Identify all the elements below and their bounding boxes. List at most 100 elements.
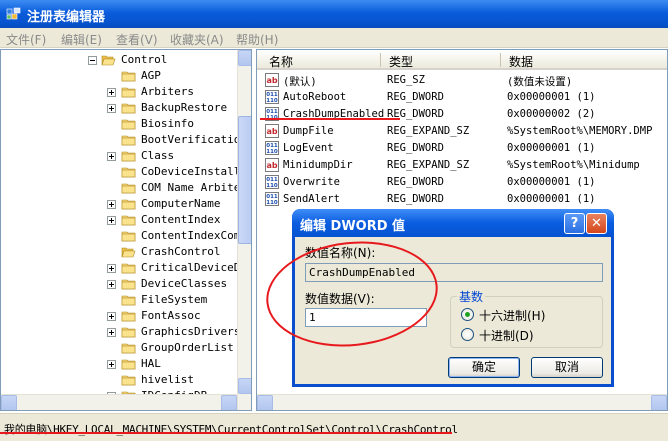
scroll-left-icon[interactable] bbox=[257, 395, 273, 410]
dec-radio-label[interactable]: 十进制(D) bbox=[479, 327, 534, 344]
tree-item[interactable]: Class bbox=[1, 148, 237, 164]
list-item[interactable]: ab MinidumpDir REG_EXPAND_SZ %SystemRoot%\M… bbox=[257, 157, 667, 174]
tree-item-label[interactable]: ContentIndexComm bbox=[141, 229, 247, 242]
tree-item-label[interactable]: Control bbox=[121, 53, 167, 66]
folder-icon bbox=[121, 71, 136, 82]
dec-radio[interactable] bbox=[461, 328, 474, 341]
registry-tree[interactable]: Control AGP Arbiters BackupRestore Biosinfo B… bbox=[0, 49, 252, 411]
tree-item[interactable]: Arbiters bbox=[1, 84, 237, 100]
tree-item-label[interactable]: FileSystem bbox=[141, 293, 207, 306]
list-item[interactable]: 011110CrashDumpEnabledREG_DWORD0x0000000… bbox=[257, 106, 667, 123]
list-item[interactable]: 011 110 Overwrite REG_DWORD 0x00000001 (1) bbox=[257, 174, 667, 191]
tree-item-label[interactable]: Class bbox=[141, 149, 174, 162]
tree-item-label[interactable]: GraphicsDrivers bbox=[141, 325, 240, 338]
column-header-data[interactable]: 数据 bbox=[509, 53, 533, 70]
expand-icon[interactable] bbox=[107, 200, 116, 209]
tree-item-label[interactable]: AGP bbox=[141, 69, 161, 82]
tree-item[interactable]: HAL bbox=[1, 356, 237, 372]
tree-item[interactable]: DeviceClasses bbox=[1, 276, 237, 292]
cancel-button[interactable]: 取消 bbox=[531, 357, 603, 378]
expand-icon[interactable] bbox=[107, 264, 116, 273]
scroll-right-icon[interactable] bbox=[651, 395, 667, 410]
tree-item[interactable]: CrashControl bbox=[1, 244, 237, 260]
tree-item[interactable]: Control bbox=[1, 52, 237, 68]
scroll-down-icon[interactable] bbox=[238, 378, 251, 394]
tree-item-label[interactable]: HAL bbox=[141, 357, 161, 370]
collapse-icon[interactable] bbox=[88, 56, 97, 65]
menu-edit[interactable]: 编辑(E) bbox=[61, 31, 102, 48]
tree-item[interactable]: COM Name Arbiter bbox=[1, 180, 247, 196]
tree-item[interactable]: GraphicsDrivers bbox=[1, 324, 240, 340]
tree-item[interactable]: ContentIndex bbox=[1, 212, 237, 228]
tree-item[interactable]: CriticalDeviceDa bbox=[1, 260, 247, 276]
scroll-thumb[interactable] bbox=[238, 116, 251, 244]
column-header-name[interactable]: 名称 bbox=[269, 53, 293, 70]
value-name-cell: MinidumpDir bbox=[283, 159, 353, 171]
tree-item-label[interactable]: CoDeviceInstalle bbox=[141, 165, 247, 178]
tree-item-label[interactable]: CriticalDeviceDa bbox=[141, 261, 247, 274]
window-title: 注册表编辑器 bbox=[27, 10, 106, 25]
list-item[interactable]: 011 110 LogEvent REG_DWORD 0x00000001 (1) bbox=[257, 140, 667, 157]
expand-icon[interactable] bbox=[107, 88, 116, 97]
menu-view[interactable]: 查看(V) bbox=[116, 31, 158, 48]
tree-item-label[interactable]: GroupOrderList bbox=[141, 341, 234, 354]
tree-item-label[interactable]: FontAssoc bbox=[141, 309, 201, 322]
svg-text:ab: ab bbox=[266, 76, 277, 85]
value-data-cell: (数值未设置) bbox=[507, 76, 573, 88]
tree-vertical-scrollbar[interactable] bbox=[237, 50, 251, 410]
tree-item-label[interactable]: Biosinfo bbox=[141, 117, 194, 130]
tree-item-label[interactable]: Arbiters bbox=[141, 85, 194, 98]
scroll-up-icon[interactable] bbox=[238, 50, 251, 66]
column-header-type[interactable]: 类型 bbox=[389, 53, 413, 70]
tree-item-label[interactable]: COM Name Arbiter bbox=[141, 181, 247, 194]
list-horizontal-scrollbar[interactable] bbox=[257, 394, 667, 410]
hex-radio-label[interactable]: 十六进制(H) bbox=[479, 307, 545, 324]
tree-item-label[interactable]: ComputerName bbox=[141, 197, 220, 210]
base-group-title: 基数 bbox=[457, 288, 486, 305]
help-icon[interactable]: ? bbox=[564, 213, 585, 234]
ok-button[interactable]: 确定 bbox=[448, 357, 520, 378]
tree-item[interactable]: Biosinfo bbox=[1, 116, 237, 132]
close-icon[interactable]: ✕ bbox=[586, 213, 607, 234]
tree-item[interactable]: GroupOrderList bbox=[1, 340, 237, 356]
scroll-left-icon[interactable] bbox=[1, 395, 17, 410]
menu-file[interactable]: 文件(F) bbox=[6, 31, 46, 48]
tree-item[interactable]: ContentIndexComm bbox=[1, 228, 247, 244]
tree-item[interactable]: AGP bbox=[1, 68, 237, 84]
tree-item-label[interactable]: ContentIndex bbox=[141, 213, 220, 226]
expand-icon[interactable] bbox=[107, 152, 116, 161]
scroll-right-icon[interactable] bbox=[221, 395, 237, 410]
tree-item[interactable]: ComputerName bbox=[1, 196, 237, 212]
folder-icon bbox=[121, 151, 136, 162]
binary-value-icon: 011110 bbox=[265, 192, 279, 206]
hex-radio[interactable] bbox=[461, 308, 474, 321]
list-item[interactable]: ab (默认) REG_SZ (数值未设置) bbox=[257, 72, 667, 89]
tree-item[interactable]: hivelist bbox=[1, 372, 237, 388]
expand-icon[interactable] bbox=[107, 104, 116, 113]
menu-favorites[interactable]: 收藏夹(A) bbox=[170, 31, 224, 48]
column-divider[interactable] bbox=[380, 53, 381, 67]
expand-icon[interactable] bbox=[107, 328, 116, 337]
folder-icon bbox=[121, 375, 136, 386]
expand-icon[interactable] bbox=[107, 216, 116, 225]
tree-item-label[interactable]: BackupRestore bbox=[141, 101, 227, 114]
tree-item-label[interactable]: DeviceClasses bbox=[141, 277, 227, 290]
list-item[interactable]: 011 110 SendAlert REG_DWORD 0x00000001 (1) bbox=[257, 191, 667, 208]
menu-help[interactable]: 帮助(H) bbox=[236, 31, 278, 48]
tree-horizontal-scrollbar[interactable] bbox=[1, 394, 237, 410]
expand-icon[interactable] bbox=[107, 280, 116, 289]
value-data-cell: 0x00000002 (2) bbox=[507, 108, 596, 120]
expand-icon[interactable] bbox=[107, 360, 116, 369]
list-item[interactable]: ab DumpFile REG_EXPAND_SZ %SystemRoot%\MEMO… bbox=[257, 123, 667, 140]
expand-icon[interactable] bbox=[107, 312, 116, 321]
column-divider[interactable] bbox=[500, 53, 501, 67]
list-item[interactable]: 011 110 AutoReboot REG_DWORD 0x00000001 (1) bbox=[257, 89, 667, 106]
tree-item-label[interactable]: BootVerification bbox=[141, 133, 247, 146]
tree-item-label[interactable]: CrashControl bbox=[141, 245, 220, 258]
tree-item[interactable]: BootVerification bbox=[1, 132, 247, 148]
tree-item[interactable]: CoDeviceInstalle bbox=[1, 164, 247, 180]
tree-item[interactable]: BackupRestore bbox=[1, 100, 237, 116]
tree-item-label[interactable]: hivelist bbox=[141, 373, 194, 386]
tree-item[interactable]: FontAssoc bbox=[1, 308, 237, 324]
tree-item[interactable]: FileSystem bbox=[1, 292, 237, 308]
